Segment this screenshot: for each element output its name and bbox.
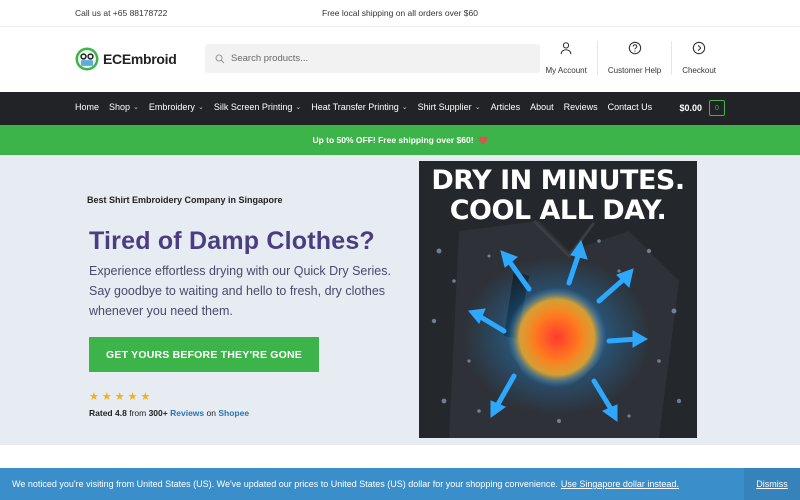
- currency-notice-text: We noticed you're visiting from United S…: [12, 479, 558, 489]
- customer-help-link[interactable]: Customer Help: [596, 41, 671, 75]
- help-icon: [628, 41, 641, 55]
- star-icon: ★: [127, 391, 138, 403]
- cart-count-badge: 0: [709, 100, 725, 116]
- main-navigation: Home Shop ⌄ Embroidery ⌄ Silk Screen Print…: [0, 92, 800, 125]
- nav-item-embroidery[interactable]: Embroidery ⌄: [149, 102, 204, 112]
- customer-help-label: Customer Help: [607, 66, 662, 75]
- search-input[interactable]: [231, 53, 511, 64]
- hero-tagline: Best Shirt Embroidery Company in Singapo…: [87, 195, 283, 205]
- nav-item-heat-transfer-printing[interactable]: Heat Transfer Printing ⌄: [311, 102, 407, 112]
- checkout-label: Checkout: [682, 66, 716, 75]
- nav-item-about[interactable]: About: [530, 102, 554, 112]
- nav-item-silk-screen-printing[interactable]: Silk Screen Printing ⌄: [214, 102, 301, 112]
- nav-item-reviews[interactable]: Reviews: [564, 102, 598, 112]
- site-header: ECEmbroid My Account Customer Help Check…: [0, 26, 800, 92]
- chevron-down-icon: ⌄: [474, 104, 481, 111]
- rating-text: Rated 4.8 from 300+ Reviews on Shopee: [89, 408, 250, 418]
- currency-notice-bar: We noticed you're visiting from United S…: [0, 468, 800, 500]
- site-logo[interactable]: ECEmbroid: [75, 47, 177, 71]
- star-icon: ★: [101, 391, 112, 403]
- hero-description: Experience effortless drying with our Qu…: [89, 264, 391, 318]
- get-yours-button[interactable]: GET YOURS BEFORE THEY'RE GONE: [89, 337, 319, 372]
- nav-item-shop[interactable]: Shop ⌄: [109, 102, 139, 112]
- search-bar[interactable]: [205, 44, 540, 73]
- nav-item-shirt-supplier[interactable]: Shirt Supplier ⌄: [418, 102, 481, 112]
- hero-headline: Tired of Damp Clothes?: [89, 227, 375, 255]
- logo-mask-icon: [75, 47, 99, 71]
- my-account-label: My Account: [545, 66, 587, 75]
- heart-icon: [478, 136, 488, 144]
- search-icon: [215, 53, 225, 63]
- rating-value: 4.8: [115, 408, 127, 418]
- dismiss-button[interactable]: Dismiss: [744, 468, 800, 500]
- cart-button[interactable]: $0.00 0: [679, 100, 725, 116]
- nav-item-contact-us[interactable]: Contact Us: [608, 102, 653, 112]
- logo-text: ECEmbroid: [103, 51, 177, 67]
- rating-stars: ★ ★ ★ ★ ★: [89, 390, 150, 403]
- star-icon: ★: [89, 391, 99, 403]
- use-sgd-link[interactable]: Use Singapore dollar instead.: [561, 479, 679, 489]
- nav-item-home[interactable]: Home: [75, 102, 99, 112]
- top-bar: Call us at +65 88178722 Free local shipp…: [0, 0, 800, 26]
- cart-total: $0.00: [679, 103, 702, 113]
- star-icon: ★: [140, 391, 151, 403]
- hero-image: DRY IN MINUTES. COOL ALL DAY.: [419, 161, 697, 438]
- promo-banner: Up to 50% OFF! Free shipping over $60!: [0, 125, 800, 155]
- star-icon: ★: [114, 391, 125, 403]
- my-account-link[interactable]: My Account: [535, 41, 596, 75]
- shipping-notice: Free local shipping on all orders over $…: [322, 8, 478, 18]
- header-links: My Account Customer Help Checkout: [535, 41, 726, 75]
- chevron-down-icon: ⌄: [133, 104, 139, 111]
- image-headline-line2: COOL ALL DAY.: [449, 195, 667, 226]
- promo-text: Up to 50% OFF! Free shipping over $60!: [312, 135, 474, 145]
- hero-section: Best Shirt Embroidery Company in Singapo…: [0, 155, 800, 445]
- chevron-down-icon: ⌄: [295, 104, 302, 111]
- checkout-link[interactable]: Checkout: [671, 41, 726, 75]
- chevron-down-icon: ⌄: [197, 104, 204, 111]
- reviews-link[interactable]: Reviews: [170, 408, 204, 418]
- nav-item-articles[interactable]: Articles: [491, 102, 521, 112]
- review-count: 300+: [148, 408, 168, 418]
- chevron-down-icon: ⌄: [401, 104, 408, 111]
- user-icon: [560, 42, 572, 55]
- shopee-link[interactable]: Shopee: [218, 408, 249, 418]
- arrow-circle-icon: [692, 41, 706, 55]
- image-headline-line1: DRY IN MINUTES.: [431, 165, 685, 196]
